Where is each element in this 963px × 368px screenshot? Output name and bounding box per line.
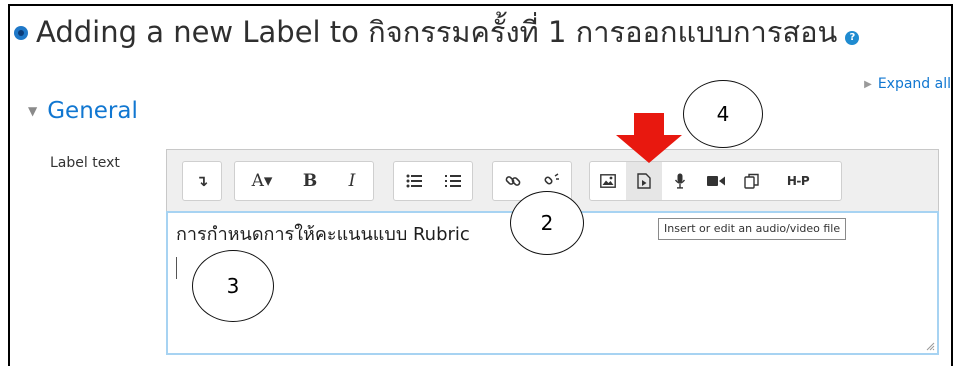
editor-content[interactable]: การกำหนดการให้คะแนนแบบ Rubric bbox=[176, 219, 470, 248]
italic-icon[interactable]: I bbox=[331, 162, 373, 200]
h5p-icon[interactable]: H-P bbox=[770, 162, 826, 200]
toolbar-toggle-icon[interactable]: ↴ bbox=[183, 162, 221, 200]
microphone-icon[interactable] bbox=[662, 162, 698, 200]
page-title-row: Adding a new Label to กิจกรรมครั้งที่ 1 … bbox=[14, 12, 860, 52]
collapse-triangle-icon: ▼ bbox=[28, 104, 38, 118]
page-title: Adding a new Label to กิจกรรมครั้งที่ 1 … bbox=[36, 15, 838, 49]
toolbar-group-toggle: ↴ bbox=[182, 161, 222, 201]
video-camera-icon[interactable] bbox=[698, 162, 734, 200]
image-icon[interactable] bbox=[590, 162, 626, 200]
section-general-toggle[interactable]: ▼ General bbox=[28, 98, 138, 124]
media-file-icon[interactable] bbox=[626, 162, 662, 200]
callout-2: 2 bbox=[510, 191, 584, 255]
expand-all-label: Expand all bbox=[877, 76, 951, 92]
toolbar-group-lists bbox=[393, 161, 473, 201]
resize-grip-icon[interactable] bbox=[925, 341, 935, 351]
bullet-list-icon[interactable] bbox=[394, 162, 433, 200]
callout-3: 3 bbox=[192, 250, 274, 322]
bold-icon[interactable]: B bbox=[289, 162, 331, 200]
link-icon[interactable] bbox=[493, 162, 532, 200]
media-button-tooltip: Insert or edit an audio/video file bbox=[658, 218, 847, 240]
callout-4: 4 bbox=[683, 80, 763, 148]
toolbar-group-media: H-P bbox=[589, 161, 842, 201]
toolbar-group-text: A▾ B I bbox=[234, 161, 374, 201]
expand-triangle-icon: ▶ bbox=[864, 78, 872, 90]
section-title: General bbox=[47, 98, 138, 124]
question-circle-icon[interactable]: ? bbox=[845, 31, 860, 45]
red-arrow-annotation bbox=[616, 113, 682, 163]
text-caret bbox=[176, 257, 177, 279]
expand-all-link[interactable]: ▶ Expand all bbox=[864, 76, 951, 92]
font-style-icon[interactable]: A▾ bbox=[235, 162, 289, 200]
label-text-field-label: Label text bbox=[50, 155, 120, 171]
files-icon[interactable] bbox=[734, 162, 770, 200]
title-bullet-icon bbox=[14, 26, 28, 40]
numbered-list-icon[interactable] bbox=[433, 162, 472, 200]
